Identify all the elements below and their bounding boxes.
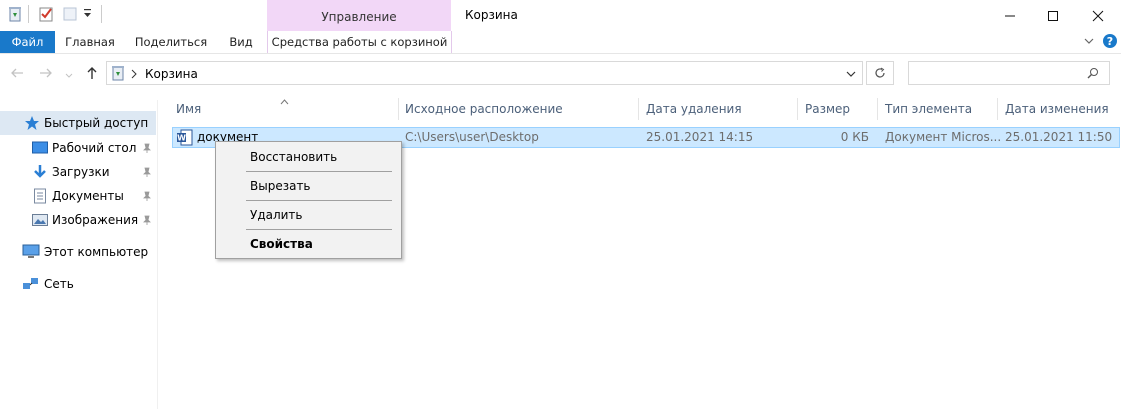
sort-ascending-icon [280,94,289,105]
desktop-icon [32,141,48,154]
sidebar-item-downloads[interactable]: Загрузки [0,160,156,184]
sidebar-item-label: Изображения [52,213,139,227]
file-date-deleted: 25.01.2021 14:15 [646,130,754,144]
file-type: Документ Micros... [885,130,1002,144]
sidebar-item-label: Быстрый доступ [44,116,149,130]
recent-locations-icon[interactable] [65,69,73,78]
close-icon [1092,10,1104,21]
menu-separator [246,200,392,201]
column-header-date-modified[interactable]: Дата изменения [1005,100,1109,118]
ribbon-expand-icon[interactable] [1083,35,1095,47]
sidebar-item-label: Сеть [44,277,74,291]
context-menu: Восстановить Вырезать Удалить Свойства [215,141,402,259]
breadcrumb-recycle-bin[interactable]: Корзина [145,67,198,81]
refresh-button[interactable] [866,61,894,85]
qat-divider [28,5,29,23]
pin-icon [143,215,151,225]
new-folder-icon[interactable] [63,7,77,21]
menu-separator [246,229,392,230]
column-divider[interactable] [638,98,639,120]
qat-divider [101,5,102,23]
maximize-button[interactable] [1030,0,1076,31]
network-icon [23,278,38,289]
column-header-name[interactable]: Имя [176,100,201,118]
recycle-bin-address-icon [111,65,125,81]
column-header-size[interactable]: Размер [805,100,850,118]
tab-recycle-bin-tools[interactable]: Средства работы с корзиной [267,31,452,53]
star-icon [25,116,39,130]
column-divider[interactable] [398,98,399,120]
menu-separator [246,171,392,172]
forward-arrow-icon[interactable] [39,66,53,80]
svg-text:?: ? [1107,35,1113,48]
sidebar-item-quick-access[interactable]: Быстрый доступ [0,111,156,135]
properties-icon[interactable] [38,6,54,22]
tab-file[interactable]: Файл [0,31,55,53]
help-icon[interactable]: ? [1102,33,1118,49]
documents-icon [34,188,46,204]
pin-icon [143,143,151,153]
sidebar-item-pictures[interactable]: Изображения [0,208,156,232]
sidebar-item-desktop[interactable]: Рабочий стол [0,136,156,160]
up-arrow-icon[interactable] [85,66,99,80]
title-bar [0,0,1121,31]
download-icon [34,165,46,178]
address-dropdown-icon[interactable] [845,68,857,78]
address-bar[interactable] [106,61,863,85]
word-document-icon: W [176,129,193,146]
search-input[interactable] [908,61,1110,85]
sidebar-item-label: Загрузки [52,165,110,179]
tab-share[interactable]: Поделиться [134,31,208,53]
sidebar-item-label: Этот компьютер [44,245,149,259]
tab-home[interactable]: Главная [62,31,118,53]
svg-text:W: W [177,134,186,143]
sidebar-item-label: Рабочий стол [52,141,137,155]
file-date-modified: 25.01.2021 11:50 [1005,130,1113,144]
search-icon [1087,67,1099,79]
menu-item-delete[interactable]: Удалить [250,208,303,222]
sidebar-item-network[interactable]: Сеть [0,272,156,296]
qat-dropdown-icon[interactable] [83,6,93,20]
menu-item-restore[interactable]: Восстановить [250,150,337,164]
pin-icon [143,191,151,201]
column-divider[interactable] [997,98,998,120]
breadcrumb-chevron-icon[interactable] [130,68,138,79]
minimize-button[interactable] [987,0,1033,31]
recycle-bin-small-icon [8,6,22,22]
menu-item-properties[interactable]: Свойства [250,237,313,251]
manage-context-tab[interactable]: Управление [267,0,451,31]
window-title: Корзина [465,8,518,22]
menu-item-cut[interactable]: Вырезать [250,179,311,193]
minimize-icon [1005,15,1015,16]
close-button[interactable] [1075,0,1121,31]
file-size: 0 КБ [840,130,869,144]
sidebar-item-documents[interactable]: Документы [0,184,156,208]
sidebar-item-this-pc[interactable]: Этот компьютер [0,240,156,264]
back-arrow-icon[interactable] [10,66,24,80]
column-header-original-location[interactable]: Исходное расположение [405,100,563,118]
column-header-date-deleted[interactable]: Дата удаления [646,100,742,118]
maximize-icon [1048,10,1058,21]
refresh-icon [875,67,885,78]
column-divider[interactable] [797,98,798,120]
sidebar-item-label: Документы [52,189,124,203]
tab-view[interactable]: Вид [222,31,260,53]
file-original-location: C:\Users\user\Desktop [405,130,539,144]
pin-icon [143,167,151,177]
column-header-item-type[interactable]: Тип элемента [885,100,972,118]
column-divider[interactable] [877,98,878,120]
pictures-icon [32,214,48,226]
computer-icon [22,244,40,258]
